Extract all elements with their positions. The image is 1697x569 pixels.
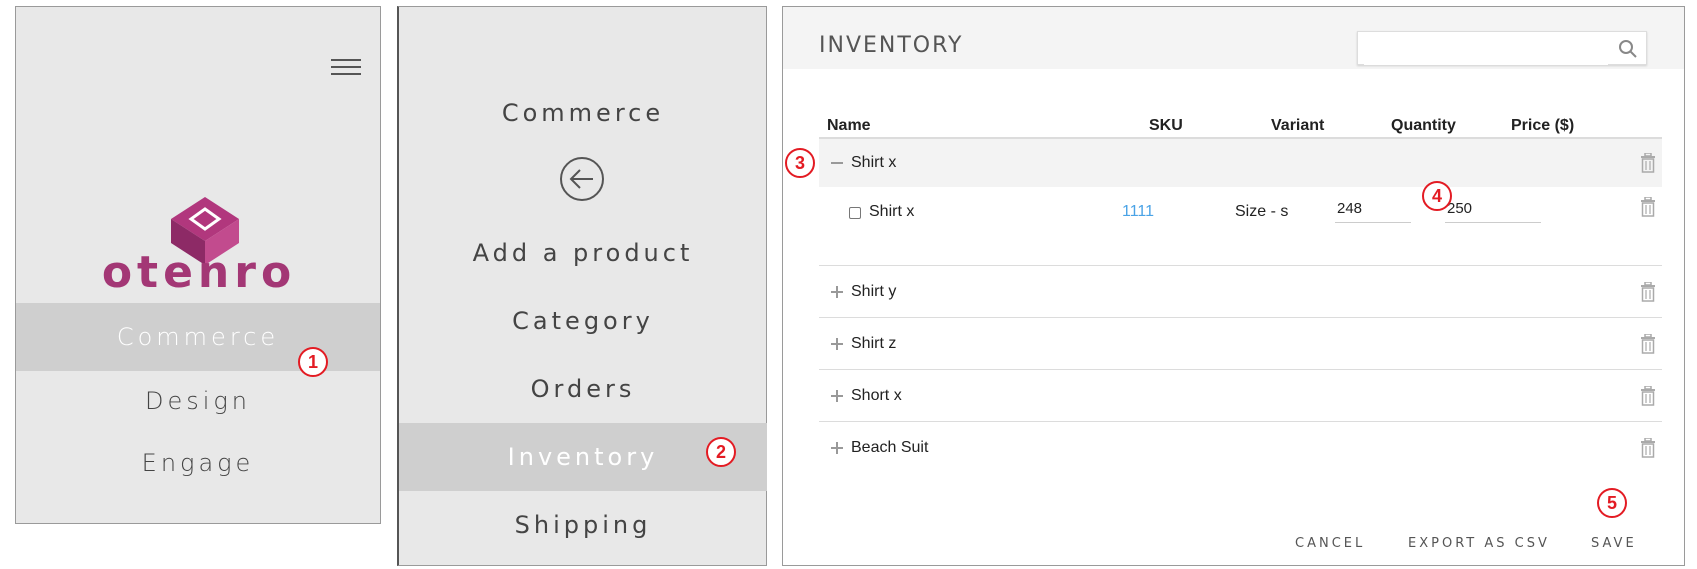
cancel-button[interactable]: CANCEL <box>1295 536 1365 551</box>
trash-icon[interactable] <box>1640 197 1656 217</box>
column-header-sku: SKU <box>1149 117 1183 134</box>
collapse-minus-icon[interactable] <box>831 157 843 169</box>
variant-product-name: Shirt x <box>869 203 915 220</box>
submenu-item-orders[interactable]: Orders <box>399 355 767 423</box>
main-menu-panel: otenro Commerce Design Engage <box>15 6 381 524</box>
submenu-item-shipping[interactable]: Shipping <box>399 491 767 559</box>
table-row-shirt-y[interactable]: Shirt y <box>819 265 1662 318</box>
product-name: Short x <box>851 387 902 404</box>
price-input[interactable] <box>1445 195 1541 223</box>
menu-item-design[interactable]: Design <box>16 367 380 435</box>
inventory-panel: INVENTORY Name SKU Variant Quantity Pric… <box>782 6 1685 566</box>
callout-1: 1 <box>298 347 328 377</box>
submenu-header: Commerce <box>501 99 665 127</box>
expand-plus-icon[interactable] <box>831 338 843 350</box>
column-header-name: Name <box>827 117 871 134</box>
quantity-input[interactable] <box>1335 195 1411 223</box>
product-name: Shirt y <box>851 283 897 300</box>
menu-item-engage[interactable]: Engage <box>16 429 380 497</box>
logo-text: otenro <box>101 247 297 298</box>
expand-plus-icon[interactable] <box>831 286 843 298</box>
trash-icon[interactable] <box>1640 334 1656 354</box>
trash-icon[interactable] <box>1640 153 1656 173</box>
column-header-variant: Variant <box>1271 117 1325 134</box>
trash-icon[interactable] <box>1640 386 1656 406</box>
product-name: Shirt x <box>851 154 897 171</box>
callout-4: 4 <box>1422 181 1452 211</box>
search-icon[interactable] <box>1618 39 1638 59</box>
commerce-submenu-panel: Commerce Add a product Category Orders I… <box>397 6 767 566</box>
save-button[interactable]: SAVE <box>1591 536 1637 551</box>
callout-2: 2 <box>706 437 736 467</box>
submenu-item-category[interactable]: Category <box>399 287 767 355</box>
table-row-shirt-z[interactable]: Shirt z <box>819 317 1662 370</box>
inventory-header: INVENTORY <box>783 7 1684 69</box>
table-row-beach-suit[interactable]: Beach Suit <box>819 421 1662 474</box>
hamburger-menu-icon[interactable] <box>331 57 361 77</box>
expand-plus-icon[interactable] <box>831 442 843 454</box>
page-title: INVENTORY <box>819 33 964 58</box>
expand-plus-icon[interactable] <box>831 390 843 402</box>
product-name: Beach Suit <box>851 439 929 456</box>
variant-checkbox[interactable] <box>849 207 861 219</box>
trash-icon[interactable] <box>1640 282 1656 302</box>
variant-size: Size - s <box>1235 203 1289 220</box>
search-input[interactable] <box>1364 33 1608 65</box>
submenu-item-add-product[interactable]: Add a product <box>399 219 767 287</box>
table-row-short-x[interactable]: Short x <box>819 369 1662 422</box>
search-box[interactable] <box>1357 31 1647 65</box>
callout-3: 3 <box>785 148 815 178</box>
trash-icon[interactable] <box>1640 438 1656 458</box>
variant-row: Shirt x 1111 Size - s <box>819 185 1662 258</box>
variant-sku[interactable]: 1111 <box>1122 203 1154 221</box>
column-header-price: Price ($) <box>1511 117 1575 134</box>
product-name: Shirt z <box>851 335 897 352</box>
callout-5: 5 <box>1597 488 1627 518</box>
table-row-shirt-x[interactable]: Shirt x <box>819 137 1662 187</box>
column-header-quantity: Quantity <box>1391 117 1456 134</box>
export-csv-button[interactable]: EXPORT AS CSV <box>1408 536 1550 551</box>
back-arrow-icon[interactable] <box>560 157 604 201</box>
